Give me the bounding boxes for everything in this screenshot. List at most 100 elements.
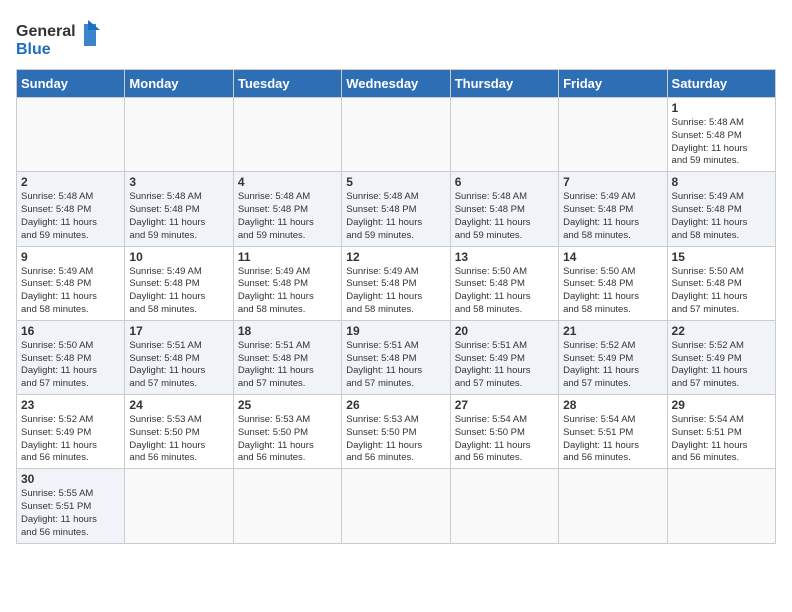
day-info: Sunrise: 5:48 AM Sunset: 5:48 PM Dayligh… [346, 191, 445, 242]
week-row-4: 16Sunrise: 5:50 AM Sunset: 5:48 PM Dayli… [17, 320, 776, 394]
calendar-cell: 5 Sunrise: 5:48 AM Sunset: 5:48 PM Daylig… [342, 172, 450, 246]
day-number: 22 [672, 324, 771, 338]
day-info: Sunrise: 5:50 AM Sunset: 5:48 PM Dayligh… [455, 266, 554, 317]
calendar-cell: 14 Sunrise: 5:50 AM Sunset: 5:48 PM Dayli… [559, 246, 667, 320]
day-number: 4 [238, 175, 337, 189]
calendar-cell [17, 98, 125, 172]
calendar-cell: 26 Sunrise: 5:53 AM Sunset: 5:50 PM Dayli… [342, 395, 450, 469]
calendar-cell: 30 Sunrise: 5:55 AM Sunset: 5:51 PM Dayli… [17, 469, 125, 543]
calendar-cell: 23 Sunrise: 5:52 AM Sunset: 5:49 PM Dayli… [17, 395, 125, 469]
day-info: Sunrise: 5:51 AM Sunset: 5:48 PM Dayligh… [238, 340, 337, 391]
calendar-cell [667, 469, 775, 543]
calendar-cell [559, 98, 667, 172]
weekday-header-sunday: Sunday [17, 70, 125, 98]
week-row-3: 9 Sunrise: 5:49 AM Sunset: 5:48 PM Daylig… [17, 246, 776, 320]
calendar-cell: 7Sunrise: 5:49 AM Sunset: 5:48 PM Daylig… [559, 172, 667, 246]
day-info: Sunrise: 5:48 AM Sunset: 5:48 PM Dayligh… [672, 117, 771, 168]
day-info: Sunrise: 5:51 AM Sunset: 5:48 PM Dayligh… [129, 340, 228, 391]
day-number: 13 [455, 250, 554, 264]
weekday-header-wednesday: Wednesday [342, 70, 450, 98]
calendar-cell: 28 Sunrise: 5:54 AM Sunset: 5:51 PM Dayli… [559, 395, 667, 469]
week-row-5: 23 Sunrise: 5:52 AM Sunset: 5:49 PM Dayli… [17, 395, 776, 469]
day-info: Sunrise: 5:53 AM Sunset: 5:50 PM Dayligh… [129, 414, 228, 465]
day-number: 12 [346, 250, 445, 264]
day-number: 7 [563, 175, 662, 189]
calendar-cell: 20 Sunrise: 5:51 AM Sunset: 5:49 PM Dayli… [450, 320, 558, 394]
day-info: Sunrise: 5:49 AM Sunset: 5:48 PM Dayligh… [346, 266, 445, 317]
weekday-header-row: SundayMondayTuesdayWednesdayThursdayFrid… [17, 70, 776, 98]
day-info: Sunrise: 5:50 AM Sunset: 5:48 PM Dayligh… [672, 266, 771, 317]
day-number: 1 [672, 101, 771, 115]
calendar-cell: 21 Sunrise: 5:52 AM Sunset: 5:49 PM Dayli… [559, 320, 667, 394]
day-info: Sunrise: 5:53 AM Sunset: 5:50 PM Dayligh… [238, 414, 337, 465]
day-info: Sunrise: 5:50 AM Sunset: 5:48 PM Dayligh… [563, 266, 662, 317]
calendar-cell: 15Sunrise: 5:50 AM Sunset: 5:48 PM Dayli… [667, 246, 775, 320]
day-number: 10 [129, 250, 228, 264]
calendar-cell: 10Sunrise: 5:49 AM Sunset: 5:48 PM Dayli… [125, 246, 233, 320]
day-info: Sunrise: 5:52 AM Sunset: 5:49 PM Dayligh… [563, 340, 662, 391]
weekday-header-monday: Monday [125, 70, 233, 98]
day-number: 6 [455, 175, 554, 189]
logo: General Blue [16, 16, 106, 61]
day-number: 28 [563, 398, 662, 412]
day-info: Sunrise: 5:48 AM Sunset: 5:48 PM Dayligh… [238, 191, 337, 242]
calendar-cell: 6 Sunrise: 5:48 AM Sunset: 5:48 PM Daylig… [450, 172, 558, 246]
day-number: 11 [238, 250, 337, 264]
calendar-cell: 18Sunrise: 5:51 AM Sunset: 5:48 PM Dayli… [233, 320, 341, 394]
calendar-cell: 27 Sunrise: 5:54 AM Sunset: 5:50 PM Dayli… [450, 395, 558, 469]
calendar-cell: 17 Sunrise: 5:51 AM Sunset: 5:48 PM Dayli… [125, 320, 233, 394]
calendar-cell: 3Sunrise: 5:48 AM Sunset: 5:48 PM Daylig… [125, 172, 233, 246]
day-number: 17 [129, 324, 228, 338]
calendar-cell: 19 Sunrise: 5:51 AM Sunset: 5:48 PM Dayli… [342, 320, 450, 394]
day-info: Sunrise: 5:49 AM Sunset: 5:48 PM Dayligh… [238, 266, 337, 317]
calendar-cell [125, 469, 233, 543]
weekday-header-saturday: Saturday [667, 70, 775, 98]
day-info: Sunrise: 5:52 AM Sunset: 5:49 PM Dayligh… [672, 340, 771, 391]
calendar-cell: 11 Sunrise: 5:49 AM Sunset: 5:48 PM Dayli… [233, 246, 341, 320]
calendar-cell [450, 98, 558, 172]
calendar-cell: 2Sunrise: 5:48 AM Sunset: 5:48 PM Daylig… [17, 172, 125, 246]
day-info: Sunrise: 5:53 AM Sunset: 5:50 PM Dayligh… [346, 414, 445, 465]
day-info: Sunrise: 5:48 AM Sunset: 5:48 PM Dayligh… [455, 191, 554, 242]
day-info: Sunrise: 5:54 AM Sunset: 5:50 PM Dayligh… [455, 414, 554, 465]
day-info: Sunrise: 5:49 AM Sunset: 5:48 PM Dayligh… [21, 266, 120, 317]
day-info: Sunrise: 5:52 AM Sunset: 5:49 PM Dayligh… [21, 414, 120, 465]
day-number: 20 [455, 324, 554, 338]
day-info: Sunrise: 5:55 AM Sunset: 5:51 PM Dayligh… [21, 488, 120, 539]
day-number: 30 [21, 472, 120, 486]
day-number: 9 [21, 250, 120, 264]
calendar-cell [233, 98, 341, 172]
calendar-table: SundayMondayTuesdayWednesdayThursdayFrid… [16, 69, 776, 544]
calendar-cell [233, 469, 341, 543]
day-number: 23 [21, 398, 120, 412]
calendar-cell: 16Sunrise: 5:50 AM Sunset: 5:48 PM Dayli… [17, 320, 125, 394]
calendar-cell: 8Sunrise: 5:49 AM Sunset: 5:48 PM Daylig… [667, 172, 775, 246]
calendar-cell: 13 Sunrise: 5:50 AM Sunset: 5:48 PM Dayli… [450, 246, 558, 320]
day-info: Sunrise: 5:54 AM Sunset: 5:51 PM Dayligh… [563, 414, 662, 465]
calendar-cell [342, 469, 450, 543]
calendar-cell: 25 Sunrise: 5:53 AM Sunset: 5:50 PM Dayli… [233, 395, 341, 469]
day-number: 27 [455, 398, 554, 412]
week-row-6: 30 Sunrise: 5:55 AM Sunset: 5:51 PM Dayli… [17, 469, 776, 543]
day-number: 25 [238, 398, 337, 412]
calendar-cell: 1 Sunrise: 5:48 AM Sunset: 5:48 PM Daylig… [667, 98, 775, 172]
day-number: 5 [346, 175, 445, 189]
day-number: 14 [563, 250, 662, 264]
day-info: Sunrise: 5:50 AM Sunset: 5:48 PM Dayligh… [21, 340, 120, 391]
calendar-cell: 9 Sunrise: 5:49 AM Sunset: 5:48 PM Daylig… [17, 246, 125, 320]
day-number: 19 [346, 324, 445, 338]
calendar-cell: 12 Sunrise: 5:49 AM Sunset: 5:48 PM Dayli… [342, 246, 450, 320]
day-info: Sunrise: 5:48 AM Sunset: 5:48 PM Dayligh… [129, 191, 228, 242]
calendar-cell [450, 469, 558, 543]
day-info: Sunrise: 5:51 AM Sunset: 5:49 PM Dayligh… [455, 340, 554, 391]
day-number: 29 [672, 398, 771, 412]
calendar-cell: 24Sunrise: 5:53 AM Sunset: 5:50 PM Dayli… [125, 395, 233, 469]
calendar-cell [559, 469, 667, 543]
day-info: Sunrise: 5:49 AM Sunset: 5:48 PM Dayligh… [672, 191, 771, 242]
day-info: Sunrise: 5:51 AM Sunset: 5:48 PM Dayligh… [346, 340, 445, 391]
weekday-header-tuesday: Tuesday [233, 70, 341, 98]
calendar-cell [125, 98, 233, 172]
calendar-cell: 29Sunrise: 5:54 AM Sunset: 5:51 PM Dayli… [667, 395, 775, 469]
day-number: 26 [346, 398, 445, 412]
day-number: 21 [563, 324, 662, 338]
